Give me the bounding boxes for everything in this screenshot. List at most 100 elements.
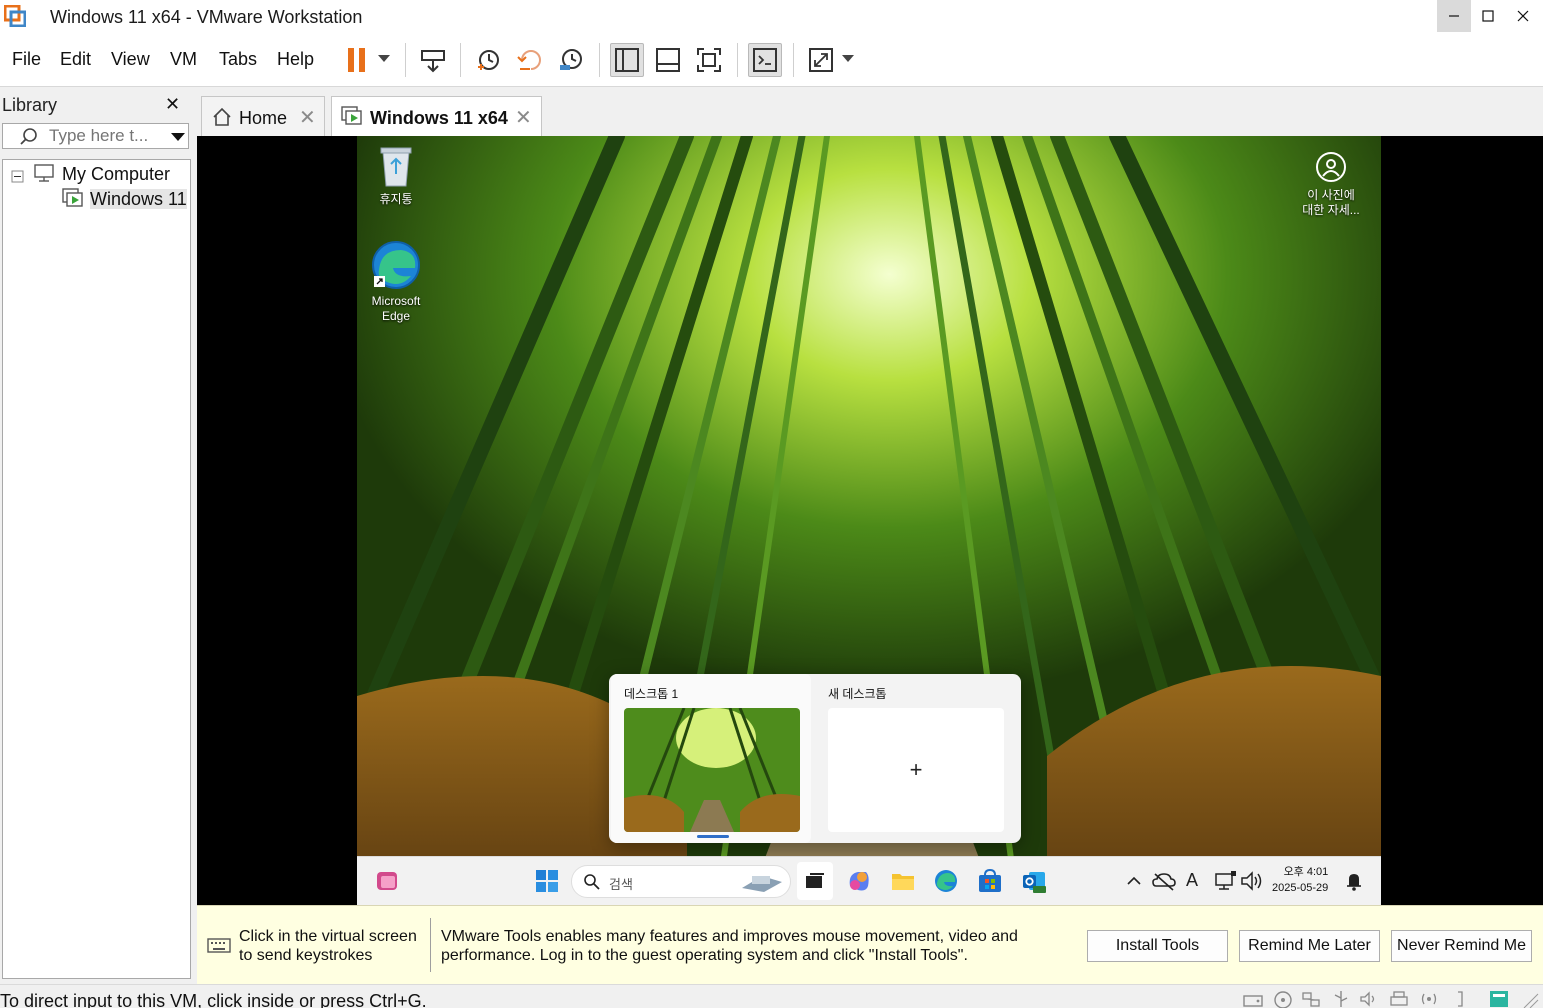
edge-icon [372, 241, 420, 289]
guest-desktop[interactable]: 휴지통 Microsoft Edge 이 사진에 대한 자세... 데스크톱 1 [357, 136, 1381, 905]
menu-tabs[interactable]: Tabs [219, 49, 257, 70]
search-dropdown-icon[interactable] [171, 133, 185, 141]
spotlight-label-line2: 대한 자세... [1302, 203, 1360, 217]
hard-disk-icon[interactable] [1242, 989, 1264, 1008]
task-view-icon [806, 873, 824, 888]
edge-label-line2: Edge [381, 309, 411, 323]
menu-view[interactable]: View [111, 49, 150, 70]
tab-windows-11-label: Windows 11 x64 [370, 108, 508, 128]
clock-date: 2025-05-29 [1272, 882, 1329, 894]
cd-dvd-icon[interactable] [1272, 989, 1294, 1008]
new-desktop-label: 새 데스크톱 [828, 687, 887, 701]
vm-tab-icon [341, 106, 362, 125]
install-tools-button[interactable]: Install Tools [1087, 930, 1228, 962]
file-explorer-icon[interactable] [890, 868, 916, 894]
outlook-icon[interactable] [1021, 868, 1047, 894]
edge-shortcut[interactable]: Microsoft Edge [365, 240, 427, 324]
volume-icon[interactable] [1239, 868, 1265, 894]
tab-home-close-icon[interactable]: ✕ [299, 105, 316, 130]
resize-grip-icon[interactable] [1518, 989, 1540, 1008]
keystroke-hint: Click in the virtual screen to send keys… [239, 928, 417, 964]
copilot-icon[interactable] [846, 868, 872, 894]
desktop-1-thumbnail[interactable] [624, 708, 800, 832]
menu-vm[interactable]: VM [170, 49, 197, 70]
computer-icon [34, 164, 54, 182]
active-desktop-indicator [697, 835, 729, 838]
send-ctrl-alt-del-icon[interactable] [416, 43, 450, 77]
menu-edit[interactable]: Edit [60, 49, 91, 70]
show-hidden-icons-icon[interactable] [1121, 868, 1147, 894]
toolbar-separator [405, 43, 406, 77]
vm-running-icon [62, 188, 83, 207]
recycle-bin-label: 휴지통 [379, 192, 413, 206]
maximize-button[interactable] [1471, 0, 1505, 32]
add-desktop-button[interactable]: + [828, 708, 1004, 832]
remind-me-later-button[interactable]: Remind Me Later [1239, 930, 1380, 962]
search-icon [20, 128, 37, 145]
snapshot-manager-icon[interactable] [554, 43, 588, 77]
console-view-icon[interactable] [748, 43, 782, 77]
show-library-icon[interactable] [610, 43, 644, 77]
window-title: Windows 11 x64 - VMware Workstation [50, 7, 363, 27]
windows-11-item[interactable]: Windows 11 [61, 187, 187, 210]
task-view-panel: 데스크톱 1 새 데스크톱 + [609, 674, 1021, 843]
printer-icon[interactable] [1388, 989, 1410, 1008]
ime-indicator[interactable]: A [1186, 870, 1198, 891]
guest-taskbar: 검색 A 오후 4:01 2025-05-29 [357, 856, 1381, 905]
taskbar-search[interactable]: 검색 [571, 865, 791, 898]
revert-snapshot-icon[interactable] [513, 43, 547, 77]
minimize-button[interactable] [1437, 0, 1471, 32]
store-icon[interactable] [977, 868, 1003, 894]
usb-icon[interactable] [1330, 989, 1352, 1008]
menu-file[interactable]: File [12, 49, 41, 70]
recycle-bin-icon [380, 147, 412, 187]
my-computer-item[interactable]: My Computer [33, 163, 170, 185]
close-library-icon[interactable]: ✕ [165, 94, 180, 115]
network-icon[interactable] [1213, 868, 1239, 894]
thumbnail-bar-icon[interactable] [651, 43, 685, 77]
edge-taskbar-icon[interactable] [933, 868, 959, 894]
sound-card-icon[interactable] [1358, 989, 1380, 1008]
suspend-icon[interactable] [340, 43, 374, 77]
desktop-1-card[interactable]: 데스크톱 1 [611, 674, 811, 843]
library-search-input[interactable] [49, 126, 163, 146]
stretch-guest-icon[interactable] [804, 43, 838, 77]
tools-message: VMware Tools enables many features and i… [441, 928, 1018, 964]
wireless-icon[interactable] [1418, 989, 1440, 1008]
search-icon [584, 874, 600, 890]
close-window-button[interactable] [1506, 0, 1540, 32]
new-desktop-card[interactable]: 새 데스크톱 + [815, 674, 1015, 843]
network-adapter-icon[interactable] [1300, 989, 1322, 1008]
desktop-1-label: 데스크톱 1 [624, 687, 679, 701]
notification-bell-icon[interactable] [1341, 868, 1367, 894]
toolbar-separator [737, 43, 738, 77]
tab-home[interactable]: Home ✕ [201, 96, 325, 136]
never-remind-me-button[interactable]: Never Remind Me [1391, 930, 1532, 962]
windows-11-label: Windows 11 [90, 189, 187, 209]
taskbar-clock[interactable]: 오후 4:01 2025-05-29 [1272, 864, 1328, 896]
recycle-bin-shortcut[interactable]: 휴지통 [369, 144, 423, 207]
take-snapshot-icon[interactable] [471, 43, 505, 77]
edge-label-line1: Microsoft [371, 294, 421, 308]
vmware-logo-icon [4, 5, 26, 27]
tab-windows-11[interactable]: Windows 11 x64 ✕ [331, 96, 542, 136]
spotlight-camera-icon [1316, 152, 1346, 182]
vm-display[interactable]: 휴지통 Microsoft Edge 이 사진에 대한 자세... 데스크톱 1 [197, 136, 1543, 905]
library-search[interactable] [2, 123, 189, 149]
tree-collapse-icon[interactable] [11, 168, 25, 189]
task-view-button[interactable] [797, 862, 833, 900]
spotlight-info-shortcut[interactable]: 이 사진에 대한 자세... [1293, 150, 1369, 218]
plus-icon: + [909, 757, 923, 782]
power-dropdown-icon[interactable] [378, 55, 390, 62]
serial-port-icon[interactable] [1450, 989, 1472, 1008]
search-highlight-icon [742, 876, 782, 892]
menu-help[interactable]: Help [277, 49, 314, 70]
full-screen-icon[interactable] [692, 43, 726, 77]
onedrive-offline-icon[interactable] [1151, 868, 1177, 894]
title-bar: Windows 11 x64 - VMware Workstation [0, 0, 1543, 33]
tab-windows-11-close-icon[interactable]: ✕ [515, 105, 532, 130]
widgets-icon[interactable] [375, 868, 401, 894]
message-log-icon[interactable] [1488, 989, 1510, 1008]
start-icon[interactable] [534, 868, 560, 894]
stretch-dropdown-icon[interactable] [842, 55, 854, 62]
